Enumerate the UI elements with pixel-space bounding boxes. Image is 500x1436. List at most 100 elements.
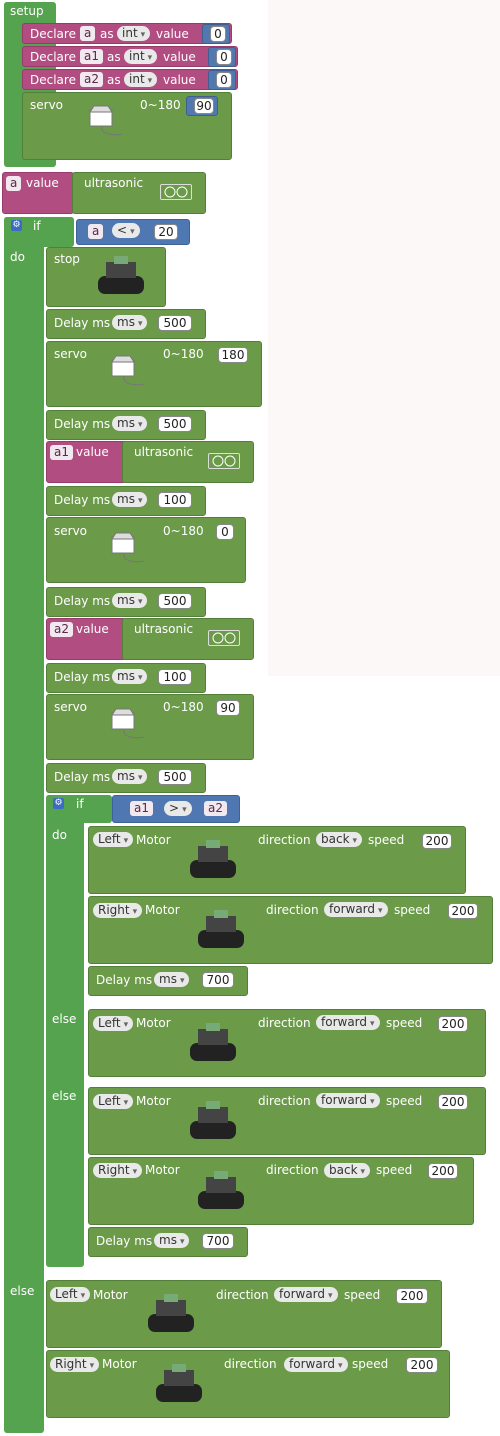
declare-value-input[interactable]: 0 (210, 26, 226, 42)
motor-label: Motor (145, 1163, 180, 1177)
motor-label: Motor (102, 1357, 137, 1371)
speed-label: speed (352, 1357, 389, 1371)
var-a[interactable]: a (88, 224, 104, 239)
declare-var[interactable]: a (80, 26, 96, 41)
operator-dropdown[interactable]: > (164, 801, 192, 816)
var-a1[interactable]: a1 (130, 801, 153, 816)
direction-dropdown[interactable]: back (324, 1163, 371, 1178)
robot-car-icon (156, 1364, 202, 1402)
var-a[interactable]: a (6, 176, 22, 191)
unit-dropdown[interactable]: ms (112, 315, 148, 330)
servo-icon (111, 355, 145, 386)
delay-input[interactable]: 500 (158, 769, 192, 785)
delay-input[interactable]: 100 (158, 669, 192, 685)
speed-input[interactable]: 200 (448, 903, 478, 919)
side-dropdown[interactable]: Right (93, 1163, 143, 1178)
value-label: value (156, 27, 189, 41)
var-a2[interactable]: a2 (204, 801, 227, 816)
compare-value-input[interactable]: 20 (154, 224, 178, 240)
if-block-inner[interactable] (46, 795, 84, 1267)
direction-dropdown[interactable]: forward (324, 902, 388, 917)
speed-label: speed (386, 1016, 423, 1030)
robot-car-icon (98, 256, 144, 294)
servo-angle-input[interactable]: 180 (218, 347, 248, 363)
gear-icon[interactable]: ⚙ (11, 220, 22, 231)
if-label: if (76, 797, 84, 811)
speed-label: speed (368, 833, 405, 847)
side-dropdown[interactable]: Right (93, 903, 143, 918)
declare-value-input[interactable]: 0 (216, 49, 232, 65)
range-label: 0~180 (163, 700, 204, 714)
var-a1[interactable]: a1 (50, 445, 73, 460)
delay-input[interactable]: 700 (202, 1233, 234, 1249)
declare-var[interactable]: a2 (80, 72, 103, 87)
servo-label: servo (30, 98, 64, 112)
servo-icon (89, 105, 123, 136)
speed-input[interactable]: 200 (428, 1163, 458, 1179)
type-dropdown[interactable]: int (124, 49, 158, 64)
ultrasonic-sensor-icon (160, 184, 192, 200)
range-label: 0~180 (163, 524, 204, 538)
delay-input[interactable]: 500 (158, 315, 192, 331)
robot-car-icon (198, 910, 244, 948)
do-label: do (10, 250, 25, 264)
speed-input[interactable]: 200 (422, 833, 452, 849)
unit-dropdown[interactable]: ms (112, 769, 148, 784)
else-label: else (52, 1089, 77, 1103)
delay-label: Delay ms (54, 594, 111, 608)
unit-dropdown[interactable]: ms (154, 1233, 190, 1248)
type-dropdown[interactable]: int (124, 72, 158, 87)
side-dropdown[interactable]: Right (50, 1357, 100, 1372)
ultrasonic-sensor-icon (208, 453, 240, 469)
operator-dropdown[interactable]: < (112, 223, 140, 238)
ultrasonic-sensor-icon (208, 630, 240, 646)
side-dropdown[interactable]: Left (93, 1094, 134, 1109)
servo-angle-input[interactable]: 90 (194, 98, 214, 114)
direction-label: direction (224, 1357, 277, 1371)
unit-dropdown[interactable]: ms (112, 416, 148, 431)
declare-label: Declare (30, 73, 76, 87)
delay-input[interactable]: 100 (158, 492, 192, 508)
direction-dropdown[interactable]: forward (316, 1093, 380, 1108)
ultrasonic-label: ultrasonic (134, 445, 194, 459)
stop-label: stop (54, 252, 80, 266)
if-block-outer[interactable] (4, 217, 44, 1433)
unit-dropdown[interactable]: ms (112, 492, 148, 507)
delay-input[interactable]: 700 (202, 972, 234, 988)
unit-dropdown[interactable]: ms (112, 593, 148, 608)
direction-dropdown[interactable]: forward (316, 1015, 380, 1030)
as-label: as (100, 27, 114, 41)
robot-car-icon (148, 1294, 194, 1332)
unit-dropdown[interactable]: ms (154, 972, 190, 987)
delay-label: Delay ms (54, 493, 111, 507)
delay-input[interactable]: 500 (158, 593, 192, 609)
var-a2[interactable]: a2 (50, 622, 73, 637)
direction-dropdown[interactable]: forward (284, 1357, 348, 1372)
servo-angle-input[interactable]: 90 (216, 700, 240, 716)
type-dropdown[interactable]: int (117, 26, 151, 41)
setup-label: setup (10, 4, 44, 18)
value-label: value (163, 50, 196, 64)
servo-angle-input[interactable]: 0 (216, 524, 234, 540)
side-dropdown[interactable]: Left (93, 1016, 134, 1031)
servo-icon (111, 532, 145, 563)
speed-input[interactable]: 200 (438, 1094, 468, 1110)
side-dropdown[interactable]: Left (93, 832, 134, 847)
delay-input[interactable]: 500 (158, 416, 192, 432)
speed-input[interactable]: 200 (396, 1288, 428, 1304)
declare-value-input[interactable]: 0 (216, 72, 232, 88)
speed-input[interactable]: 200 (406, 1357, 438, 1373)
servo-label: servo (54, 700, 88, 714)
gear-icon[interactable]: ⚙ (53, 798, 64, 809)
servo-icon (111, 708, 145, 739)
direction-dropdown[interactable]: back (316, 832, 363, 847)
declare-label: Declare (30, 27, 76, 41)
unit-dropdown[interactable]: ms (112, 669, 148, 684)
direction-dropdown[interactable]: forward (274, 1287, 338, 1302)
side-dropdown[interactable]: Left (50, 1287, 91, 1302)
delay-label: Delay ms (54, 316, 111, 330)
declare-var[interactable]: a1 (80, 49, 103, 64)
direction-label: direction (266, 1163, 319, 1177)
direction-label: direction (258, 1016, 311, 1030)
speed-input[interactable]: 200 (438, 1016, 468, 1032)
